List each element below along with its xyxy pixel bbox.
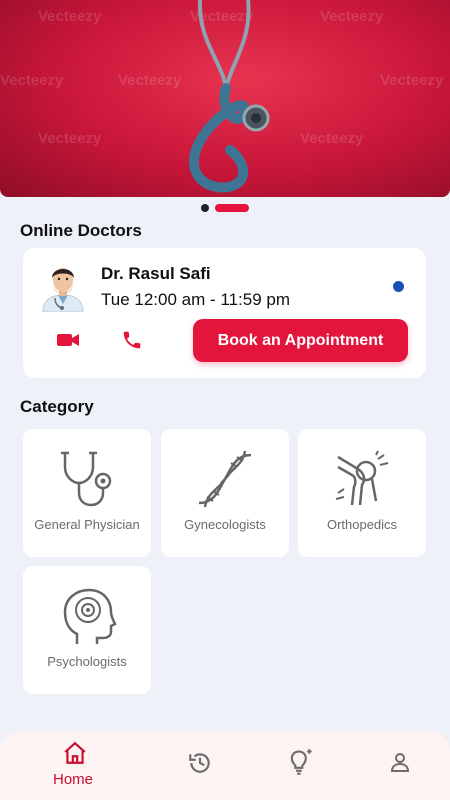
carousel-dot[interactable] [201,204,209,212]
doctor-card[interactable]: Dr. Rasul Safi Tue 12:00 am - 11:59 pm B… [23,248,426,378]
phone-icon [123,331,141,349]
history-icon [189,753,210,773]
doctor-avatar [42,268,84,312]
category-label: Psychologists [47,654,127,669]
doctor-name: Dr. Rasul Safi [101,264,211,283]
video-call-button[interactable] [53,325,83,355]
nav-home-label[interactable]: Home [53,771,93,788]
category-orthopedics[interactable]: Orthopedics [298,429,426,557]
stethoscope-icon [61,451,112,507]
category-label: Orthopedics [326,517,398,532]
home-icon [64,741,86,764]
nav-tips[interactable] [286,748,314,781]
brain-head-icon [63,588,117,644]
nav-history[interactable] [187,750,213,781]
doctor-availability: Tue 12:00 am - 11:59 pm [101,290,290,309]
nav-home[interactable] [62,740,88,771]
online-status-dot [393,281,404,292]
category-gynecologists[interactable]: Gynecologists [161,429,289,557]
carousel-indicator[interactable] [0,204,450,212]
carousel-dot-active[interactable] [215,204,249,212]
promo-banner[interactable]: Vecteezy Vecteezy Vecteezy Vecteezy Vect… [0,0,450,197]
category-label: Gynecologists [184,517,266,532]
bottom-navigation: Home [0,732,450,800]
category-psychologists[interactable]: Psychologists [23,566,151,694]
knee-joint-icon [335,450,389,506]
category-label: General Physician [34,517,140,532]
category-title: Category [20,397,94,416]
category-general-physician[interactable]: General Physician [23,429,151,557]
voice-call-button[interactable] [117,325,147,355]
nav-profile[interactable] [388,750,412,779]
book-appointment-button[interactable]: Book an Appointment [193,319,408,362]
stethoscope-banner-image [189,0,270,193]
online-doctors-title: Online Doctors [20,221,142,240]
dna-icon [198,450,252,508]
lightbulb-icon [290,749,312,775]
app-screen: Vecteezy Vecteezy Vecteezy Vecteezy Vect… [0,0,450,800]
video-camera-icon [57,334,79,346]
profile-icon [390,753,410,772]
